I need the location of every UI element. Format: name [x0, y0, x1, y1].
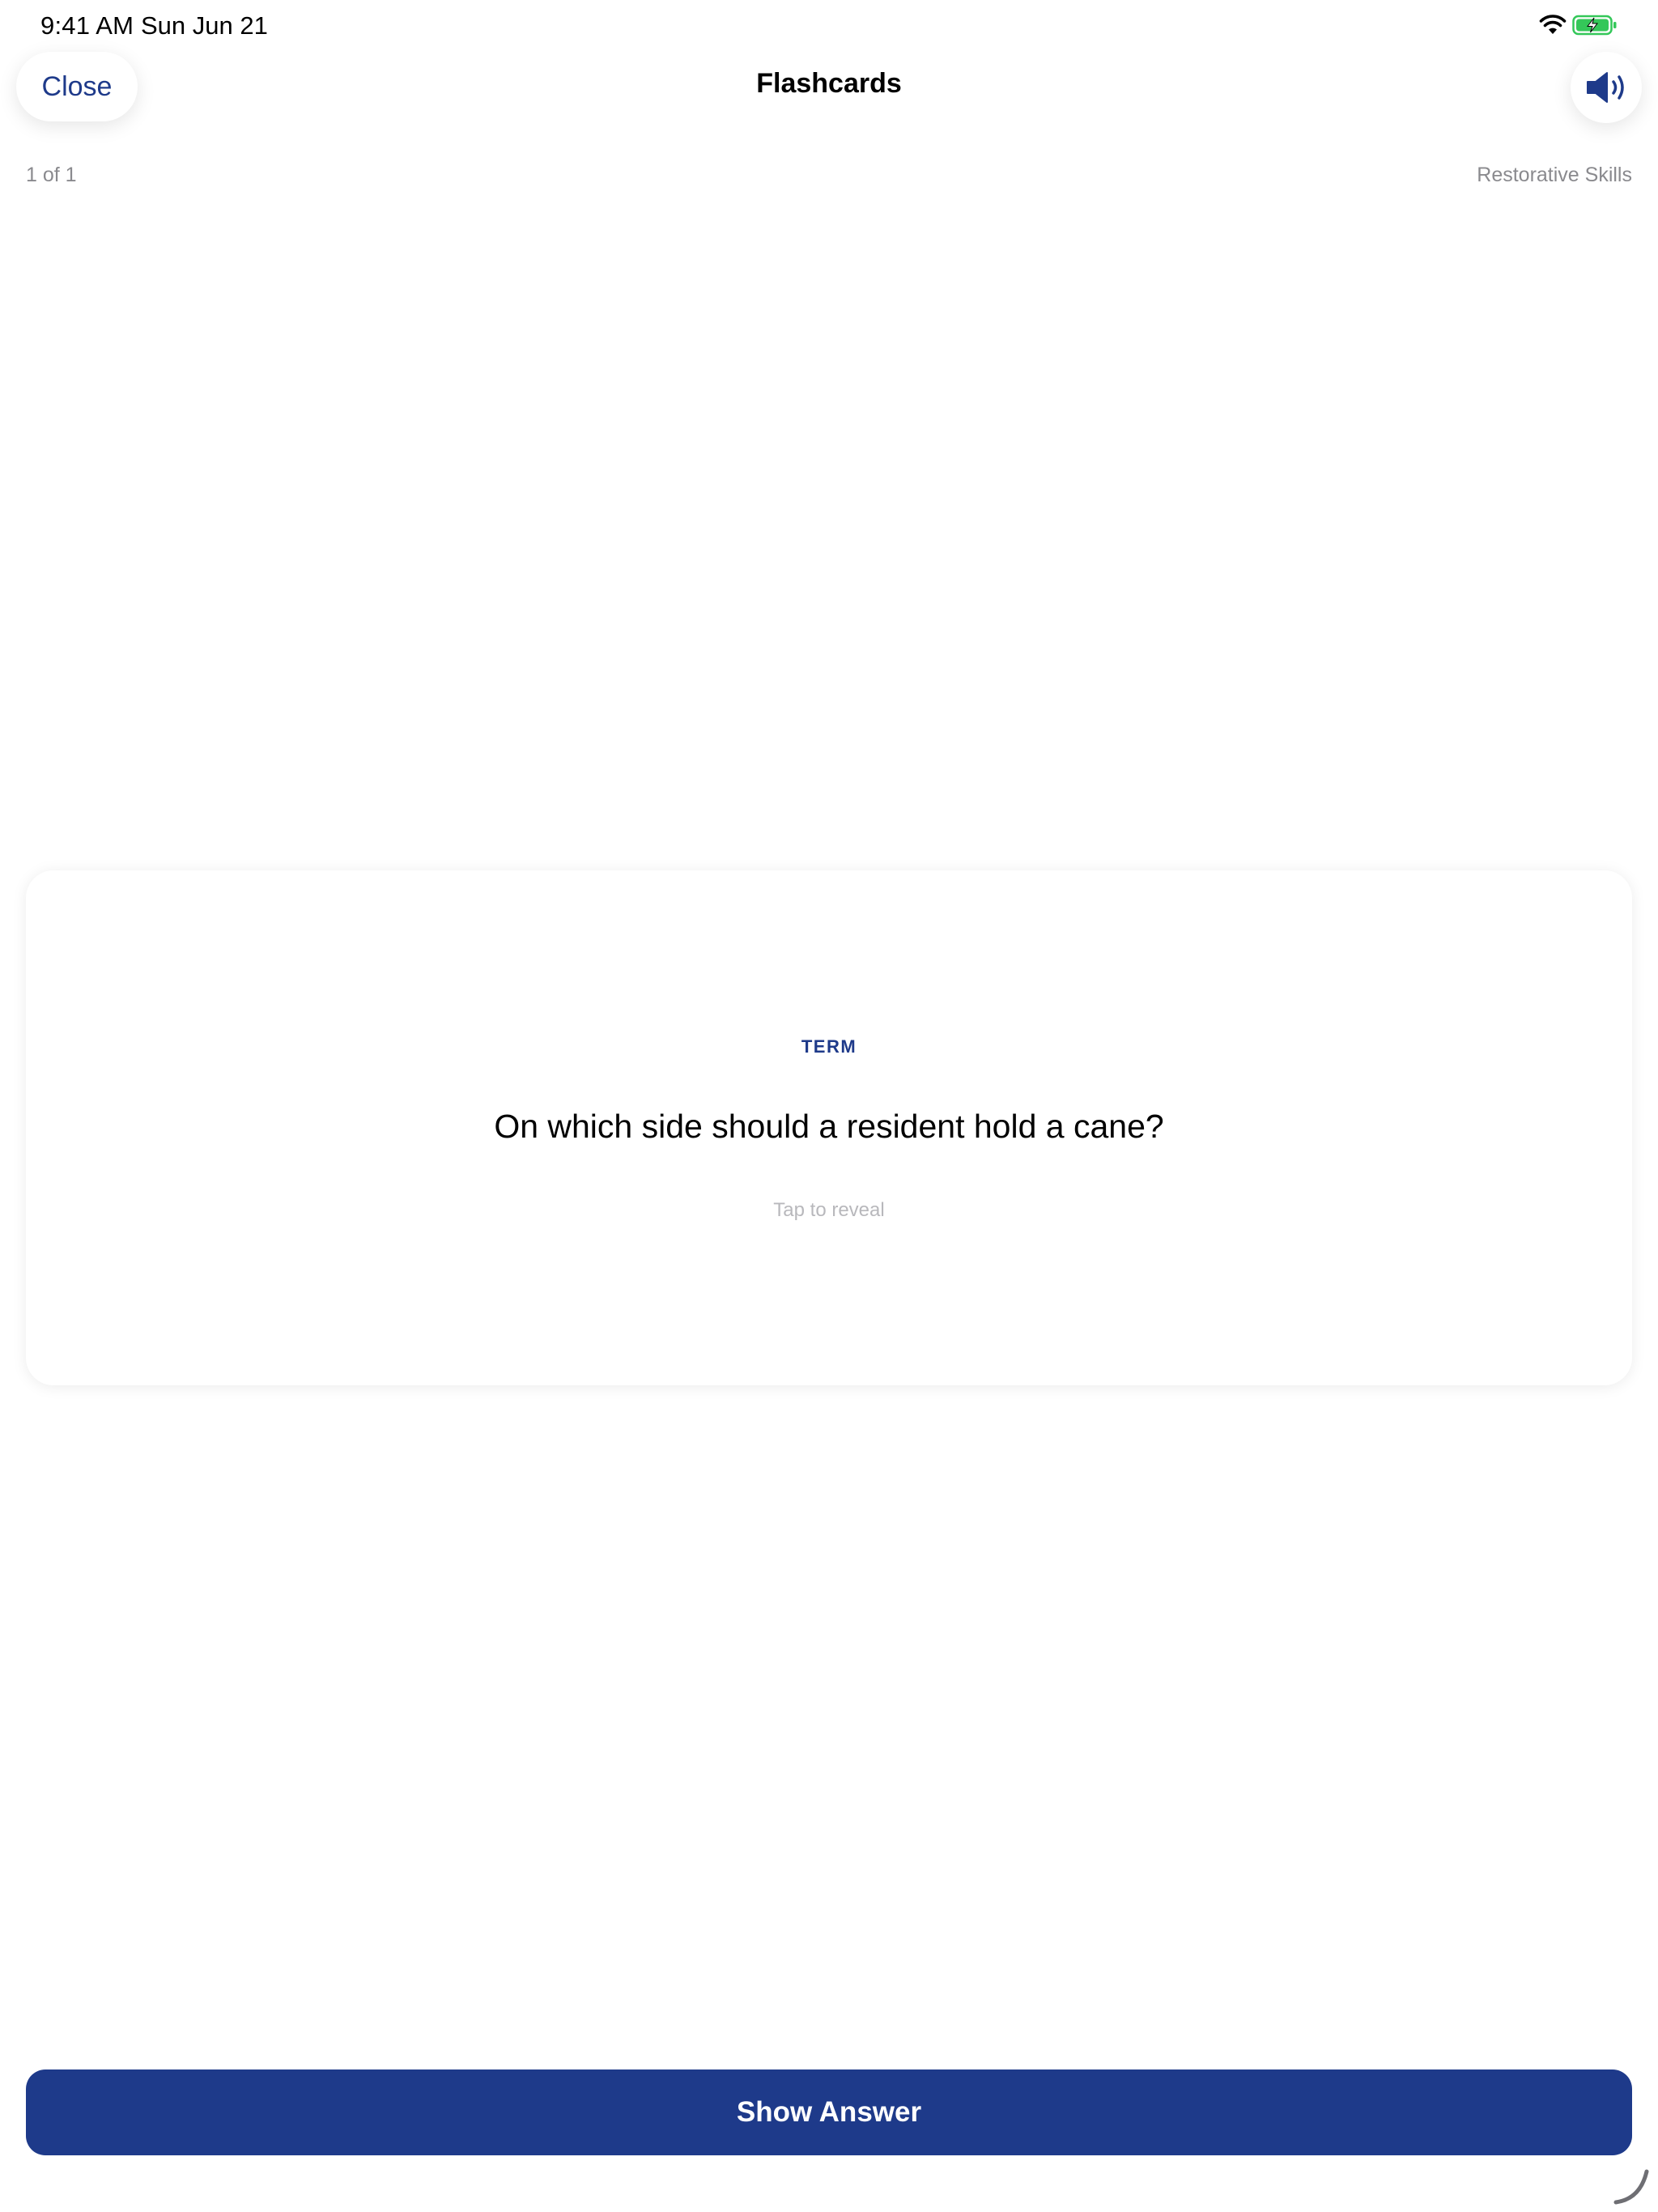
- progress-counter: 1 of 1: [26, 164, 77, 186]
- speaker-button[interactable]: [1571, 52, 1642, 123]
- card-question: On which side should a resident hold a c…: [494, 1108, 1164, 1145]
- wifi-icon: [1539, 15, 1567, 34]
- battery-charging-icon: [1572, 15, 1617, 36]
- flashcards-screen: 9:41 AM Sun Jun 21 Close Flashcards 1 of…: [0, 0, 1658, 2212]
- resize-grabber-icon[interactable]: [1611, 2167, 1652, 2207]
- speaker-volume-icon: [1587, 72, 1624, 103]
- show-answer-button[interactable]: Show Answer: [26, 2069, 1632, 2155]
- flashcard[interactable]: TERM On which side should a resident hol…: [26, 870, 1632, 1385]
- category-label: Restorative Skills: [1477, 164, 1632, 186]
- card-kind-label: TERM: [801, 1036, 857, 1057]
- status-bar: 9:41 AM Sun Jun 21: [0, 0, 1658, 52]
- status-date: Sun Jun 21: [141, 11, 268, 40]
- status-time: 9:41 AM: [40, 11, 134, 40]
- card-hint: Tap to reveal: [773, 1199, 885, 1221]
- page-title: Flashcards: [756, 68, 902, 99]
